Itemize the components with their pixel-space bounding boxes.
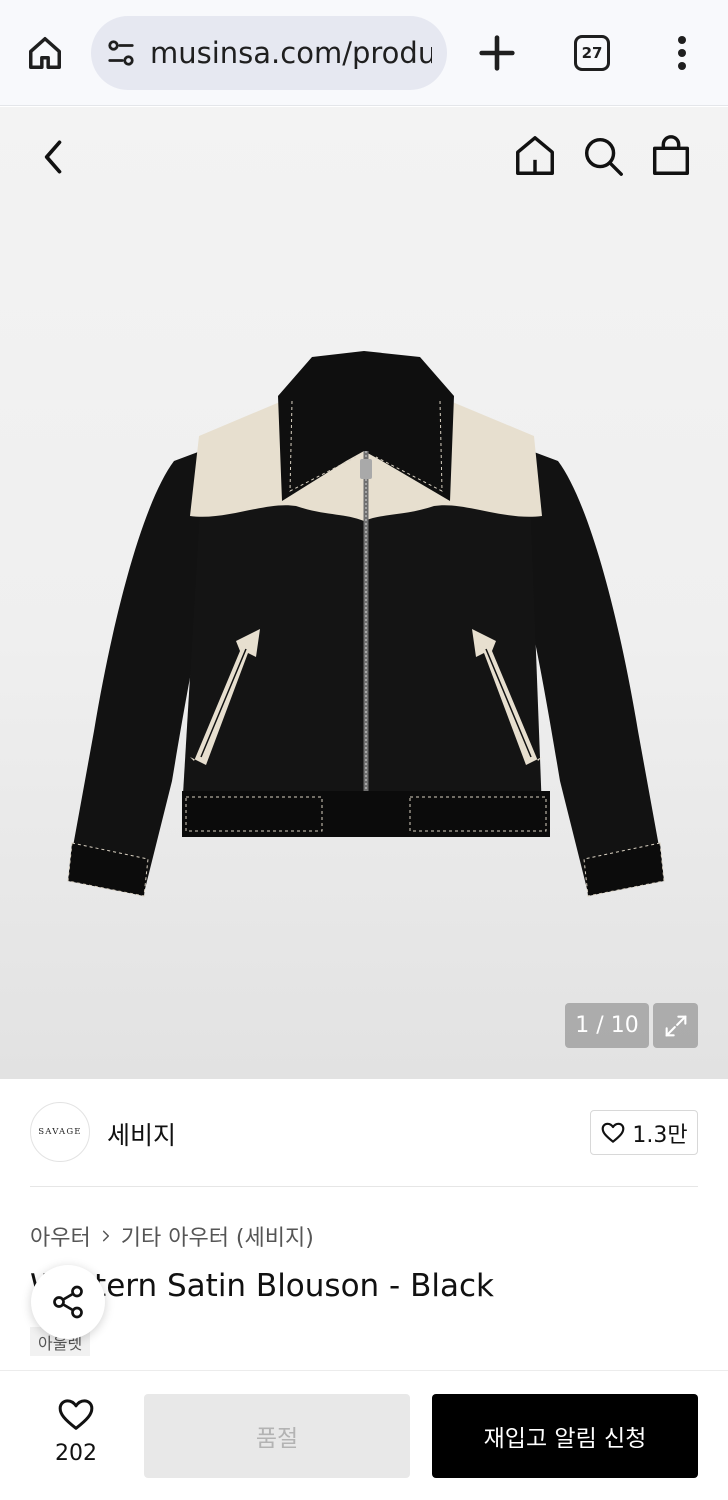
- breadcrumb: 아우터 기타 아우터 (세비지): [30, 1220, 314, 1252]
- brand-row: SAVAGE 세비지 1.3만: [30, 1102, 698, 1164]
- home-icon: [29, 37, 61, 69]
- brand-like-button[interactable]: 1.3만: [590, 1110, 698, 1155]
- brand-like-count: 1.3만: [632, 1122, 688, 1148]
- bottom-action-bar: 202 품절 재입고 알림 신청: [0, 1370, 728, 1500]
- image-counter: 1 / 10: [565, 1003, 649, 1048]
- divider: [30, 1186, 698, 1187]
- browser-toolbar: musinsa.com/product/3791524 27: [0, 0, 728, 106]
- breadcrumb-category[interactable]: 아우터: [30, 1220, 91, 1252]
- expand-icon: [665, 1015, 686, 1036]
- url-text[interactable]: musinsa.com/product/3791524: [150, 36, 432, 70]
- chevron-right-icon: [102, 1230, 109, 1242]
- heart-icon: [58, 1399, 94, 1430]
- wishlist-count: 202: [55, 1441, 97, 1466]
- share-icon: [53, 1285, 83, 1319]
- shop-home-icon[interactable]: [512, 133, 558, 179]
- soldout-button: 품절: [144, 1394, 410, 1478]
- address-bar[interactable]: musinsa.com/product/3791524: [91, 16, 447, 90]
- breadcrumb-subcategory[interactable]: 기타 아우터 (세비지): [121, 1220, 314, 1252]
- bag-icon[interactable]: [648, 133, 694, 179]
- more-vert-icon[interactable]: [666, 32, 698, 74]
- brand-logo[interactable]: SAVAGE: [30, 1102, 90, 1162]
- back-icon[interactable]: [32, 135, 76, 179]
- brand-logo-text: SAVAGE: [38, 1127, 82, 1137]
- product-image-gallery[interactable]: 1 / 10: [0, 107, 728, 1079]
- image-counter-text: 1 / 10: [575, 1013, 639, 1038]
- expand-button[interactable]: [653, 1003, 698, 1048]
- tab-count: 27: [581, 44, 603, 62]
- restock-alert-button[interactable]: 재입고 알림 신청: [432, 1394, 698, 1478]
- product-image: [67, 351, 665, 897]
- tune-icon[interactable]: [106, 38, 136, 68]
- tabs-button[interactable]: 27: [574, 35, 610, 71]
- search-icon[interactable]: [580, 133, 626, 179]
- share-button[interactable]: [31, 1265, 105, 1339]
- brand-name[interactable]: 세비지: [107, 1116, 176, 1152]
- heart-icon: [602, 1122, 625, 1143]
- plus-icon[interactable]: [474, 30, 520, 76]
- browser-home-button[interactable]: [22, 30, 68, 76]
- wishlist-button[interactable]: 202: [40, 1395, 112, 1475]
